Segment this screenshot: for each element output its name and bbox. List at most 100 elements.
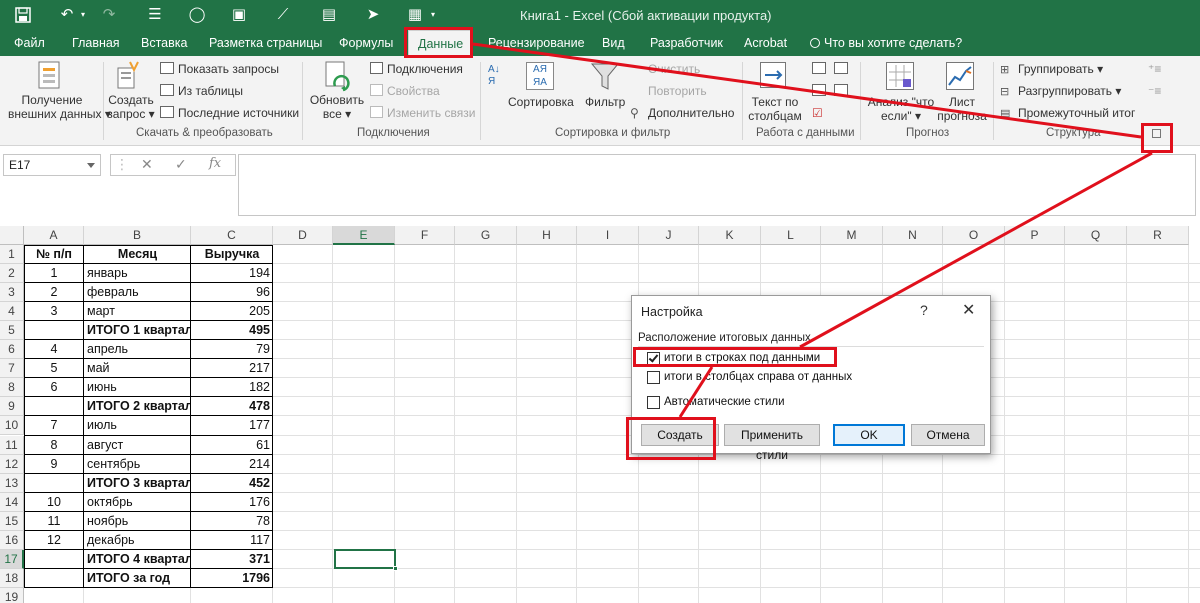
auto-styles-label[interactable]: Автоматические стили: [664, 396, 785, 408]
row-header-3[interactable]: 3: [0, 283, 24, 303]
cell-month[interactable]: декабрь: [84, 531, 191, 550]
auto-styles-checkbox[interactable]: [647, 396, 660, 409]
tab-view[interactable]: Вид: [602, 30, 625, 56]
row-header-4[interactable]: 4: [0, 302, 24, 322]
consolidate-icon[interactable]: [834, 62, 848, 74]
cell-num[interactable]: 1: [24, 264, 84, 283]
data-validation-icon[interactable]: ☑: [812, 106, 823, 120]
cell-num[interactable]: [24, 474, 84, 493]
tab-review[interactable]: Рецензирование: [488, 30, 585, 56]
cols-right-checkbox[interactable]: [647, 371, 660, 384]
cell-revenue[interactable]: 177: [191, 416, 273, 435]
external-data-icon[interactable]: [36, 60, 64, 95]
column-header-m[interactable]: M: [821, 226, 883, 245]
cell-month[interactable]: август: [84, 436, 191, 455]
tab-acrobat[interactable]: Acrobat: [744, 30, 787, 56]
new-query-icon[interactable]: [116, 60, 144, 95]
column-header-q[interactable]: Q: [1065, 226, 1127, 245]
cancel-button[interactable]: Отмена: [911, 424, 985, 446]
insert-function-icon[interactable]: fx: [209, 156, 221, 171]
cell-month[interactable]: май: [84, 359, 191, 378]
sort-asc-icon[interactable]: А↓ Я: [488, 64, 500, 112]
advanced-filter-button[interactable]: Дополнительно: [648, 106, 734, 120]
new-query-button[interactable]: Создать запрос ▾: [106, 93, 156, 121]
cell-revenue[interactable]: 452: [191, 474, 273, 493]
forecast-sheet-button[interactable]: Лист прогноза: [934, 95, 990, 123]
cell-month[interactable]: ИТОГО 3 квартал: [84, 474, 191, 493]
cell-month[interactable]: [84, 588, 191, 603]
tab-developer[interactable]: Разработчик: [650, 30, 723, 56]
show-queries-button[interactable]: Показать запросы: [178, 62, 279, 76]
cell-revenue[interactable]: 96: [191, 283, 273, 302]
edit-links-button[interactable]: Изменить связи: [387, 106, 475, 120]
cell-num[interactable]: 6: [24, 378, 84, 397]
select-all-corner[interactable]: [0, 226, 24, 245]
row-header-8[interactable]: 8: [0, 378, 24, 398]
cell-revenue[interactable]: 182: [191, 378, 273, 397]
cell-num[interactable]: [24, 569, 84, 588]
tab-page-layout[interactable]: Разметка страницы: [209, 30, 322, 56]
worksheet-grid[interactable]: ABCDEFGHIJKLMNOPQR 1 2 3 4 5 6 7 8 9 10 11 12 13 14 15…: [0, 226, 1200, 603]
column-header-r[interactable]: R: [1127, 226, 1189, 245]
row-header-14[interactable]: 14: [0, 492, 24, 512]
chart-icon[interactable]: ⟋: [272, 5, 294, 25]
cell-revenue[interactable]: 79: [191, 340, 273, 359]
selected-cell-e17[interactable]: [334, 549, 398, 571]
forecast-sheet-icon[interactable]: [946, 62, 974, 90]
cell-revenue[interactable]: [191, 588, 273, 603]
cell-month[interactable]: октябрь: [84, 493, 191, 512]
cell-num[interactable]: [24, 588, 84, 603]
row-header-5[interactable]: 5: [0, 321, 24, 341]
cell-revenue[interactable]: 78: [191, 512, 273, 531]
help-icon[interactable]: ?: [920, 302, 928, 318]
cell-revenue[interactable]: 478: [191, 397, 273, 416]
apply-styles-button[interactable]: Применить стили: [724, 424, 820, 462]
row-header-2[interactable]: 2: [0, 264, 24, 284]
customize-qat-icon[interactable]: ▾: [428, 5, 438, 25]
connections-button[interactable]: Подключения: [387, 62, 463, 76]
column-header-a[interactable]: A: [24, 226, 84, 245]
refresh-all-button[interactable]: Обновить все ▾: [308, 93, 366, 121]
briefcase-icon[interactable]: ▤: [318, 5, 340, 25]
header-cell-num[interactable]: № п/п: [24, 245, 84, 264]
cell-month[interactable]: ИТОГО за год: [84, 569, 191, 588]
cell-num[interactable]: 2: [24, 283, 84, 302]
cell-revenue[interactable]: 495: [191, 321, 273, 340]
cell-num[interactable]: 9: [24, 455, 84, 474]
tab-file[interactable]: Файл: [14, 30, 45, 56]
row-header-10[interactable]: 10: [0, 416, 24, 436]
shape-icon[interactable]: ◯: [186, 5, 208, 25]
column-header-h[interactable]: H: [517, 226, 577, 245]
cell-num[interactable]: [24, 550, 84, 569]
fill-handle[interactable]: [393, 566, 398, 571]
cell-month[interactable]: ИТОГО 4 квартал: [84, 550, 191, 569]
clear-filter-button[interactable]: Очистить: [648, 62, 700, 76]
filter-button[interactable]: Фильтр: [585, 95, 625, 109]
redo-icon[interactable]: ↷: [98, 5, 120, 25]
cell-month[interactable]: июнь: [84, 378, 191, 397]
column-header-l[interactable]: L: [761, 226, 821, 245]
name-box[interactable]: E17: [3, 154, 101, 176]
cell-month[interactable]: февраль: [84, 283, 191, 302]
column-header-b[interactable]: B: [84, 226, 191, 245]
cell-num[interactable]: 4: [24, 340, 84, 359]
sort-button[interactable]: Сортировка: [508, 95, 574, 109]
row-header-16[interactable]: 16: [0, 530, 24, 550]
tell-me-search[interactable]: Что вы хотите сделать?: [810, 30, 962, 56]
text-to-columns-button[interactable]: Текст по столбцам: [746, 95, 804, 123]
cell-revenue[interactable]: 214: [191, 455, 273, 474]
recent-sources-button[interactable]: Последние источники: [178, 106, 299, 120]
cell-num[interactable]: [24, 397, 84, 416]
ok-button[interactable]: OK: [833, 424, 905, 446]
close-icon[interactable]: ✕: [962, 300, 975, 320]
row-header-11[interactable]: 11: [0, 435, 24, 455]
text-to-columns-icon[interactable]: [760, 62, 786, 88]
row-header-7[interactable]: 7: [0, 359, 24, 379]
row-header-13[interactable]: 13: [0, 473, 24, 493]
tab-insert[interactable]: Вставка: [141, 30, 187, 56]
what-if-button[interactable]: Анализ "что если" ▾: [866, 95, 936, 123]
cell-revenue[interactable]: 371: [191, 550, 273, 569]
column-header-f[interactable]: F: [395, 226, 455, 245]
column-header-d[interactable]: D: [273, 226, 333, 245]
header-cell-revenue[interactable]: Выручка: [191, 245, 273, 264]
